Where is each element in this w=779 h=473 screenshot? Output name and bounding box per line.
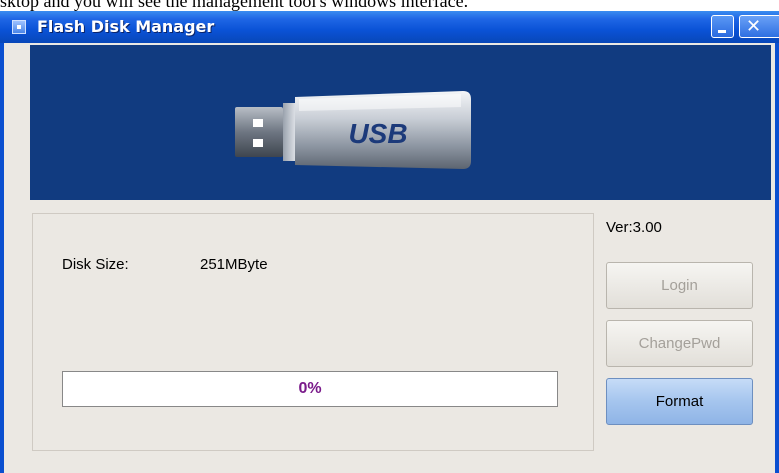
close-icon: ✕ [746,16,762,36]
usb-label: USB [348,118,407,149]
minimize-icon [718,30,726,33]
minimize-button[interactable] [711,15,734,38]
format-button[interactable]: Format [606,378,753,425]
disk-size-value: 251MByte [200,256,268,273]
page-caption-text: sktop and you will see the management to… [0,0,469,11]
flash-disk-manager-window: Flash Disk Manager ✕ USB Disk Size: 251M… [0,11,779,473]
title-bar[interactable]: Flash Disk Manager ✕ [0,11,779,43]
usb-stick-icon: USB [235,91,471,169]
format-progress-bar: 0% [62,371,558,407]
disk-info-panel: Disk Size: 251MByte 0% [32,213,594,451]
window-frame-left [0,43,4,473]
change-password-button[interactable]: ChangePwd [606,320,753,367]
window-title: Flash Disk Manager [37,17,215,36]
disk-size-label: Disk Size: [62,256,129,273]
app-icon[interactable] [12,20,26,34]
progress-percent-text: 0% [298,380,322,397]
usb-banner: USB [30,45,771,200]
version-label: Ver:3.00 [606,219,662,236]
login-button[interactable]: Login [606,262,753,309]
close-button[interactable]: ✕ [739,15,779,38]
window-frame-right [775,43,779,473]
